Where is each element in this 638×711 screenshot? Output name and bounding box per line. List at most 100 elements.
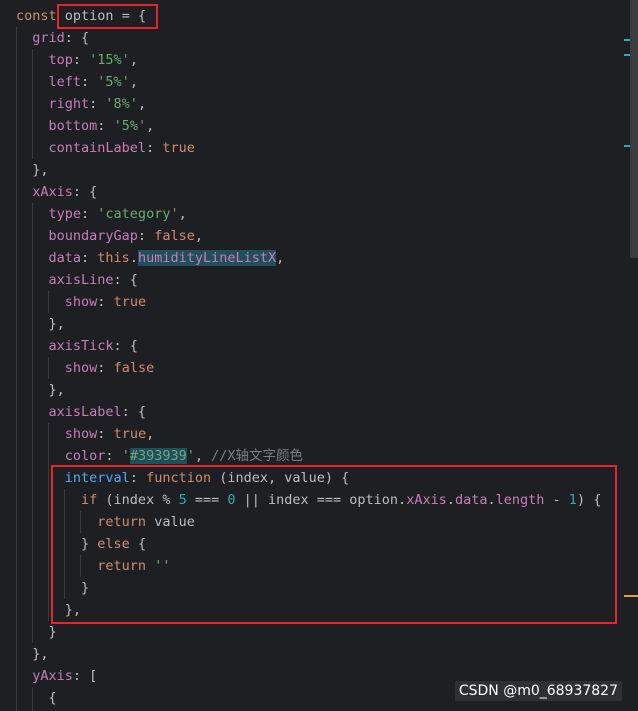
code-token: grid: [32, 30, 65, 46]
code-line: type: 'category',: [16, 203, 187, 225]
code-line: }: [16, 621, 57, 643]
code-token: },: [48, 382, 65, 398]
annotation-box-interval: [51, 465, 617, 624]
code-token: '15%': [89, 52, 130, 68]
code-token: show: [64, 426, 98, 442]
code-token: :: [81, 250, 98, 266]
code-token: :: [81, 74, 98, 90]
code-token: xAxis: [32, 184, 73, 200]
code-token: :: [97, 426, 114, 442]
code-token: this: [97, 250, 130, 266]
code-token: .: [129, 250, 138, 266]
code-token: humidityLineListX: [137, 250, 277, 266]
code-line: axisLabel: {: [16, 401, 147, 423]
vertical-scrollbar[interactable]: [630, 0, 638, 258]
code-token: top: [48, 52, 73, 68]
code-line: {: [16, 687, 57, 709]
code-token: ,: [146, 426, 155, 442]
code-token: false: [154, 228, 195, 244]
code-token: ,: [129, 74, 138, 90]
code-token: ,: [194, 448, 212, 464]
code-token: right: [48, 96, 90, 112]
code-line: bottom: '5%',: [16, 115, 155, 137]
code-line: },: [16, 313, 65, 335]
code-line: boundaryGap: false,: [16, 225, 203, 247]
code-token: ,: [146, 118, 155, 134]
code-token: bottom: [48, 118, 98, 134]
code-token: containLabel: [48, 140, 147, 156]
code-token: axisLabel: [48, 404, 122, 420]
code-token: true: [113, 426, 147, 442]
code-token: axisLine: [48, 272, 114, 288]
code-token: :: [97, 118, 114, 134]
code-token: axisTick: [48, 338, 114, 354]
code-line: },: [16, 643, 48, 665]
watermark: CSDN @m0_68937827: [454, 681, 622, 701]
scroll-marker-orange: [624, 595, 638, 597]
code-token: data: [48, 250, 82, 266]
code-line: axisLine: {: [16, 269, 138, 291]
code-token: #393939: [129, 448, 187, 464]
code-token: color: [64, 448, 106, 464]
code-token: :: [97, 294, 114, 310]
code-token: :: [72, 52, 90, 68]
code-token: left: [48, 74, 82, 90]
code-token: },: [32, 162, 49, 178]
code-token: '5%': [97, 74, 130, 90]
code-line: axisTick: {: [16, 335, 138, 357]
code-token: : {: [121, 404, 147, 420]
code-token: boundaryGap: [48, 228, 138, 244]
code-token: type: [48, 206, 82, 222]
code-token: }: [48, 624, 57, 640]
code-editor[interactable]: const option = { grid: { top: '15%', lef…: [0, 0, 638, 711]
code-token: yAxis: [32, 668, 73, 684]
code-token: {: [48, 690, 57, 706]
code-line: yAxis: [: [16, 665, 97, 687]
code-token: },: [48, 316, 65, 332]
code-line: },: [16, 379, 65, 401]
code-token: :: [105, 448, 122, 464]
code-token: ,: [276, 250, 285, 266]
code-token: ,: [129, 52, 138, 68]
code-line: grid: {: [16, 27, 89, 49]
code-token: false: [113, 360, 155, 376]
code-line: },: [16, 159, 49, 181]
code-token: :: [146, 140, 163, 156]
code-token: true: [113, 294, 147, 310]
code-token: :: [81, 206, 98, 222]
code-token: ': [186, 448, 195, 464]
code-token: show: [64, 360, 98, 376]
code-line: show: true,: [16, 423, 154, 445]
code-line: left: '5%',: [16, 71, 138, 93]
code-token: : {: [64, 30, 90, 46]
code-line: xAxis: {: [16, 181, 97, 203]
code-token: : {: [113, 338, 138, 354]
code-token: :: [97, 360, 114, 376]
code-token: : [: [72, 668, 98, 684]
code-line: data: this.humidityLineListX,: [16, 247, 284, 269]
code-token: true: [162, 140, 195, 156]
code-token: 'category': [97, 206, 179, 222]
code-line: show: true: [16, 291, 146, 313]
code-token: '8%': [105, 96, 138, 112]
code-line: containLabel: true: [16, 137, 195, 159]
